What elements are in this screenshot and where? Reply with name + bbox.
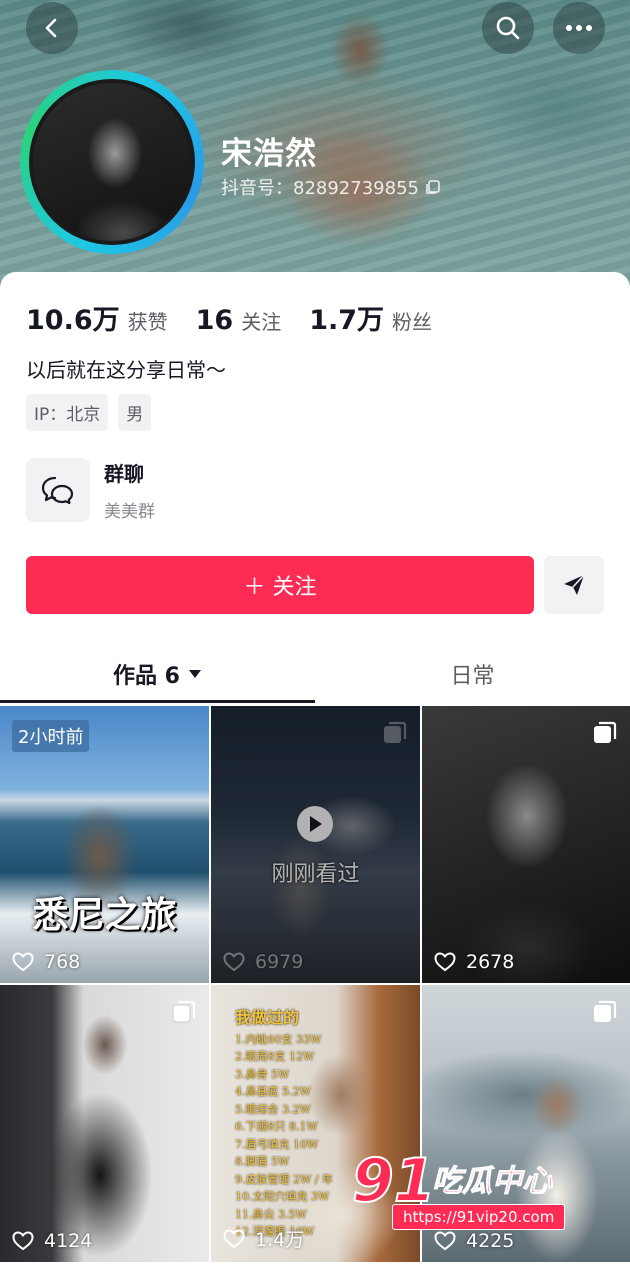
video-thumbnail[interactable]: 2678 [422, 706, 630, 983]
video-thumbnail[interactable]: 4124 [0, 985, 209, 1262]
tab-active-indicator [0, 700, 315, 703]
multi-image-icon [594, 721, 617, 743]
overlay-line: 1.内眦60支 33W [235, 1032, 322, 1046]
stat-following[interactable]: 16 关注 [196, 305, 282, 336]
overlay-line: 6.下颌8只 8.1W [235, 1120, 318, 1133]
play-icon [297, 806, 333, 842]
profile-nickname: 宋浩然 [221, 136, 317, 172]
chevron-left-icon [45, 18, 57, 38]
like-count-value: 6979 [255, 951, 304, 973]
account-id-text: 抖音号：82892739855 [221, 178, 419, 199]
more-icon [566, 25, 592, 31]
tab-daily-label: 日常 [450, 664, 495, 689]
overlay-line: 10.太阳穴填充 3W [235, 1190, 330, 1203]
stat-followers-value: 1.7万 [309, 305, 385, 336]
like-count: 6979 [223, 951, 303, 973]
overlay-line: 4.鼻基底 5.2W [235, 1085, 311, 1098]
stat-following-label: 关注 [241, 310, 282, 334]
like-count-value: 1.4万 [255, 1229, 305, 1251]
tab-daily[interactable]: 日常 [315, 646, 630, 702]
overlay-line: 2.眼周8支 12W [235, 1050, 315, 1063]
multi-image-icon [594, 1000, 617, 1022]
overlay-line: 9.皮肤管理 2W / 年 [235, 1172, 333, 1186]
stat-likes-value: 10.6万 [26, 305, 120, 336]
heart-icon [12, 1231, 34, 1251]
video-caption: 悉尼之旅 [32, 894, 177, 936]
overlay-line: 8.脚眉 5W [235, 1155, 290, 1168]
heart-icon [223, 1228, 245, 1248]
avatar-image [29, 79, 195, 245]
group-chat-entry[interactable]: 群聊 美美群 [26, 458, 155, 522]
overlay-line: 3.鼻骨 5W [235, 1067, 290, 1081]
recently-watched-label: 刚刚看过 [271, 862, 360, 887]
stat-following-value: 16 [195, 305, 234, 336]
multi-image-icon [384, 721, 407, 743]
procedure-list-overlay: 我做过的 1.内眦60支 33W 2.眼周8支 12W 3.鼻骨 5W 4.鼻基… [235, 1009, 333, 1241]
overlay-line: 5.眼综合 3.2W [235, 1102, 311, 1116]
like-count-value: 2678 [466, 951, 515, 973]
tag-ip: IP：北京 [26, 394, 109, 431]
group-chat-icon-box [26, 458, 90, 522]
back-button[interactable] [26, 2, 78, 54]
caret-down-icon [188, 670, 201, 678]
content-tabs: 作品 6 日常 [0, 646, 630, 704]
like-count: 768 [12, 951, 80, 973]
tab-works-label: 作品 6 [113, 664, 180, 689]
share-button[interactable] [544, 556, 604, 614]
account-id[interactable]: 抖音号：82892739855 [221, 174, 441, 200]
overlay-title: 我做过的 [235, 1008, 300, 1027]
stat-likes[interactable]: 10.6万 获赞 [26, 298, 168, 337]
like-count: 2678 [434, 951, 514, 973]
search-button[interactable] [482, 2, 534, 54]
video-thumbnail[interactable]: 2小时前 悉尼之旅 768 [0, 706, 209, 983]
tab-works[interactable]: 作品 6 [0, 646, 315, 702]
profile-tags: IP：北京 男 [26, 394, 152, 431]
profile-bio: 以后就在这分享日常～ [26, 358, 226, 382]
watermark-url: https://91vip20.com [392, 1204, 566, 1230]
like-count-value: 4124 [44, 1230, 93, 1252]
search-icon [496, 16, 520, 40]
video-thumbnail[interactable]: 刚刚看过 6979 [211, 706, 420, 983]
stat-followers-label: 粉丝 [392, 310, 433, 334]
heart-icon [12, 952, 34, 972]
like-count: 4124 [12, 1230, 92, 1252]
time-badge: 2小时前 [12, 720, 90, 752]
heart-icon [434, 1231, 456, 1251]
stat-followers[interactable]: 1.7万 粉丝 [309, 298, 432, 337]
copy-icon[interactable] [425, 179, 441, 195]
profile-panel: 10.6万 获赞 16 关注 1.7万 粉丝 以后就在这分享日常～ IP：北京 … [0, 272, 630, 1280]
more-button[interactable] [553, 2, 605, 54]
heart-icon [223, 952, 245, 972]
chat-bubbles-icon [41, 476, 74, 505]
heart-icon [434, 952, 456, 972]
avatar[interactable] [20, 70, 204, 254]
multi-image-icon [172, 1000, 196, 1023]
overlay-line: 11.鼻尖 3.5W [235, 1207, 307, 1221]
send-icon [564, 574, 585, 595]
watermark-logo: 91 吃瓜中心 https://91vip20.com [351, 1145, 582, 1234]
overlay-line: 7.眉弓填充 10W [235, 1137, 319, 1151]
group-chat-subtitle: 美美群 [104, 502, 155, 522]
watermark-text: 吃瓜中心 [432, 1164, 553, 1200]
like-count-value: 768 [44, 951, 81, 973]
profile-stats: 10.6万 获赞 16 关注 1.7万 粉丝 [26, 298, 460, 337]
group-chat-title: 群聊 [104, 462, 144, 486]
follow-button-label: ＋ 关注 [243, 575, 317, 600]
follow-button[interactable]: ＋ 关注 [26, 556, 534, 614]
stat-likes-label: 获赞 [127, 310, 168, 334]
like-count: 1.4万 [223, 1225, 304, 1252]
tag-gender: 男 [118, 394, 152, 431]
